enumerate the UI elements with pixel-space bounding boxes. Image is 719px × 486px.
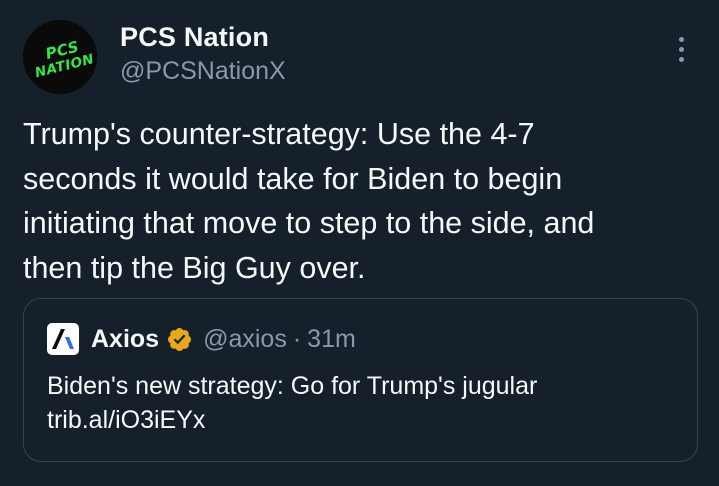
pcs-nation-logo: PCS NATION: [23, 20, 97, 94]
tweet-text-line: Trump's counter-strategy: Use the 4-7: [23, 117, 535, 151]
tweet-text-line: then tip the Big Guy over.: [23, 250, 366, 285]
author-avatar[interactable]: PCS NATION: [23, 20, 97, 94]
tweet-text-line: seconds it would take for Biden to begin: [23, 161, 563, 196]
more-dot: [678, 56, 684, 62]
quoted-link[interactable]: trib.al/iO3iEYx: [47, 403, 537, 437]
verified-badge-icon: [168, 327, 192, 351]
quoted-tweet-header: Axios @axios · 31m: [47, 323, 356, 355]
tweet-card: PCS NATION PCS Nation @PCSNationX Trump'…: [0, 0, 719, 486]
more-vertical-icon[interactable]: [666, 32, 696, 66]
axios-logo-icon[interactable]: [47, 323, 79, 355]
axios-logo-glyph: [52, 329, 74, 349]
tweet-text-line: initiating that move to step to the side…: [23, 206, 595, 240]
tweet-text: Trump's counter-strategy: Use the 4-7 se…: [23, 112, 703, 290]
quoted-tweet-text: Biden's new strategy: Go for Trump's jug…: [47, 369, 537, 437]
more-dot: [678, 36, 684, 42]
quoted-text-line: Biden's new strategy: Go for Trump's jug…: [47, 372, 538, 400]
more-dot: [678, 46, 684, 52]
quoted-author-name[interactable]: Axios: [91, 325, 159, 354]
quoted-tweet-card[interactable]: Axios @axios · 31m Biden's new strategy:…: [23, 298, 698, 462]
quoted-author-handle[interactable]: @axios: [203, 325, 287, 354]
separator-dot: ·: [292, 324, 302, 353]
quoted-timestamp[interactable]: 31m: [307, 325, 356, 354]
author-name[interactable]: PCS Nation: [120, 22, 269, 53]
author-handle[interactable]: @PCSNationX: [120, 57, 286, 86]
